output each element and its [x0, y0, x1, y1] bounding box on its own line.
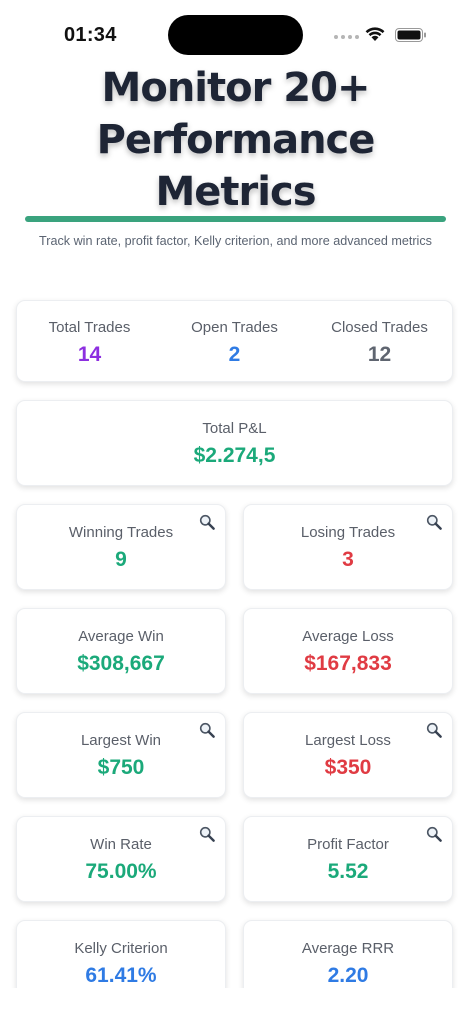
total-trades-value: 14 — [77, 343, 102, 366]
magnifying-glass-icon[interactable] — [426, 722, 442, 738]
dynamic-island — [168, 15, 303, 55]
magnifying-glass-icon[interactable] — [199, 514, 215, 530]
largest-win-card[interactable]: Largest Win $750 — [16, 712, 226, 798]
total-pnl-value: $2.274,5 — [193, 444, 276, 467]
winning-trades-value: 9 — [115, 548, 127, 571]
win-rate-card[interactable]: Win Rate 75.00% — [16, 816, 226, 902]
trades-summary-card: Total Trades 14 Open Trades 2 Closed Tra… — [16, 300, 453, 382]
scroll-edge — [0, 988, 471, 1024]
magnifying-glass-icon[interactable] — [199, 826, 215, 842]
closed-trades-stat: Closed Trades 12 — [310, 319, 450, 367]
page-title: Monitor 20+ Performance Metrics — [96, 65, 376, 215]
title-underline — [25, 216, 446, 222]
open-trades-value: 2 — [228, 343, 241, 366]
losing-trades-value: 3 — [342, 548, 354, 571]
page-subtitle: Track win rate, profit factor, Kelly cri… — [39, 234, 432, 248]
largest-loss-value: $350 — [324, 756, 372, 779]
magnifying-glass-icon[interactable] — [426, 514, 442, 530]
cellular-signal-icon — [334, 35, 359, 39]
largest-win-value: $750 — [97, 756, 145, 779]
open-trades-stat: Open Trades 2 — [165, 319, 305, 367]
status-time: 01:34 — [64, 24, 117, 46]
profit-factor-value: 5.52 — [327, 860, 369, 883]
losing-trades-card[interactable]: Losing Trades 3 — [243, 504, 453, 590]
average-win-value: $308,667 — [77, 652, 165, 675]
winning-trades-card[interactable]: Winning Trades 9 — [16, 504, 226, 590]
magnifying-glass-icon[interactable] — [426, 826, 442, 842]
win-rate-value: 75.00% — [85, 860, 157, 883]
profit-factor-card[interactable]: Profit Factor 5.52 — [243, 816, 453, 902]
average-rrr-value: 2.20 — [327, 964, 369, 987]
kelly-criterion-value: 61.41% — [85, 964, 157, 987]
closed-trades-value: 12 — [367, 343, 392, 366]
average-win-card: Average Win $308,667 — [16, 608, 226, 694]
wifi-icon — [365, 27, 385, 41]
status-bar: 01:34 — [0, 0, 471, 70]
battery-icon — [395, 28, 426, 42]
largest-loss-card[interactable]: Largest Loss $350 — [243, 712, 453, 798]
total-pnl-card: Total P&L $2.274,5 — [16, 400, 453, 486]
magnifying-glass-icon[interactable] — [199, 722, 215, 738]
average-loss-value: $167,833 — [304, 652, 392, 675]
average-loss-card: Average Loss $167,833 — [243, 608, 453, 694]
total-trades-stat: Total Trades 14 — [20, 319, 160, 367]
